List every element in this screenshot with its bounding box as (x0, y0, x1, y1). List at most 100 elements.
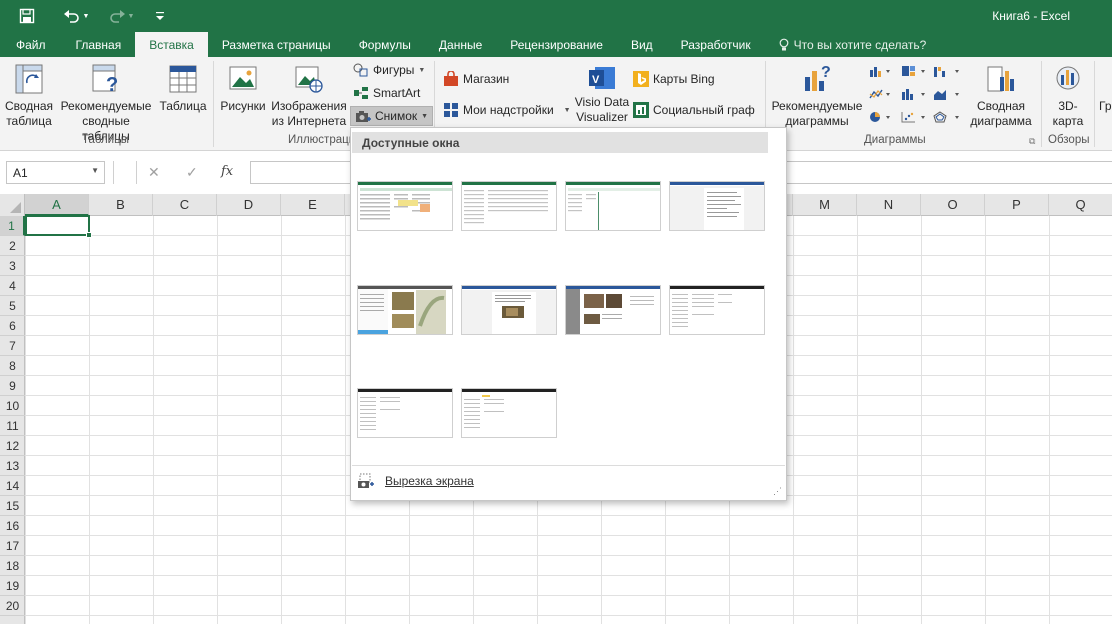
formula-divider (113, 161, 114, 184)
people-graph-icon (633, 102, 649, 118)
tab-data[interactable]: Данные (425, 32, 496, 57)
radar-chart-icon[interactable] (933, 111, 961, 123)
group-separator (1041, 61, 1042, 147)
row-header[interactable]: 12 (0, 436, 25, 456)
row-header[interactable]: 16 (0, 516, 25, 536)
row-header[interactable]: 13 (0, 456, 25, 476)
pivot-table-button[interactable]: Сводная таблица (4, 63, 54, 129)
redo-icon[interactable]: ▼ (104, 0, 138, 32)
screen-clipping-button[interactable]: Вырезка экрана (357, 470, 474, 492)
enter-entry-icon[interactable]: ✓ (186, 164, 198, 181)
row-header[interactable]: 11 (0, 416, 25, 436)
tab-view[interactable]: Вид (617, 32, 667, 57)
row-header[interactable]: 10 (0, 396, 25, 416)
row-header[interactable]: 5 (0, 296, 25, 316)
row-header[interactable]: 18 (0, 556, 25, 576)
pivot-chart-button[interactable]: Сводная диаграмма (965, 63, 1037, 129)
row-header[interactable]: 20 (0, 596, 25, 616)
waterfall-chart-icon[interactable] (933, 65, 961, 77)
pictures-button[interactable]: Рисунки (218, 63, 268, 114)
tab-developer[interactable]: Разработчик (667, 32, 765, 57)
shapes-button[interactable]: Фигуры ▼ (353, 63, 425, 77)
undo-icon[interactable]: ▼ (58, 0, 94, 32)
row-header[interactable]: 15 (0, 496, 25, 516)
window-thumbnail[interactable] (461, 388, 557, 438)
smartart-button[interactable]: SmartArt (353, 86, 420, 100)
row-header[interactable]: 9 (0, 376, 25, 396)
people-graph-button[interactable]: Социальный граф (633, 102, 755, 118)
tell-me-text: Что вы хотите сделать? (793, 37, 927, 52)
table-button[interactable]: Таблица (158, 63, 208, 114)
column-header[interactable]: B (89, 194, 153, 216)
bing-maps-button[interactable]: Карты Bing (633, 71, 715, 87)
3d-map-button[interactable]: 3D- карта (1046, 63, 1090, 129)
row-header[interactable]: 8 (0, 356, 25, 376)
column-header[interactable]: D (217, 194, 281, 216)
window-thumbnail[interactable] (461, 285, 557, 335)
recommended-charts-button[interactable]: ? Рекомендуемые диаграммы (770, 63, 864, 129)
tab-page-layout[interactable]: Разметка страницы (208, 32, 345, 57)
select-all-button[interactable] (0, 194, 25, 216)
cut-off-button-label: Гр (1099, 99, 1112, 113)
area-chart-icon[interactable] (933, 88, 961, 100)
charts-launcher-icon[interactable]: ⧉ (1029, 136, 1035, 147)
tab-file[interactable]: Файл (0, 32, 62, 57)
visio-label: Visio Data Visualizer (574, 95, 630, 124)
column-header[interactable]: A (25, 194, 89, 216)
row-header[interactable]: 6 (0, 316, 25, 336)
column-header[interactable]: O (921, 194, 985, 216)
column-header[interactable]: Q (1049, 194, 1112, 216)
window-thumbnail[interactable] (669, 181, 765, 231)
row-header[interactable]: 19 (0, 576, 25, 596)
window-thumbnail[interactable] (669, 285, 765, 335)
insert-function-icon[interactable]: fx (221, 164, 233, 179)
my-addins-button[interactable]: Мои надстройки ▼ (443, 102, 571, 118)
row-header[interactable]: 2 (0, 236, 25, 256)
column-header[interactable]: E (281, 194, 345, 216)
menu-divider (352, 465, 785, 466)
name-box[interactable]: A1 ▼ (6, 161, 105, 184)
window-thumbnail[interactable] (357, 285, 453, 335)
title-bar: ▼ ▼ Книга6 - Excel (0, 0, 1112, 32)
row-header[interactable]: 17 (0, 536, 25, 556)
column-header[interactable]: P (985, 194, 1049, 216)
tab-review[interactable]: Рецензирование (496, 32, 617, 57)
fill-handle[interactable] (86, 232, 92, 238)
statistic-chart-icon[interactable] (901, 88, 927, 100)
online-pictures-button[interactable]: Изображения из Интернета (270, 63, 348, 129)
column-chart-icon[interactable] (869, 65, 891, 77)
line-chart-icon[interactable] (869, 88, 891, 100)
tab-formulas[interactable]: Формулы (345, 32, 425, 57)
window-title: Книга6 - Excel (992, 9, 1070, 23)
window-thumbnail[interactable] (357, 388, 453, 438)
column-header[interactable]: M (793, 194, 857, 216)
save-icon[interactable] (14, 0, 40, 32)
window-thumbnail[interactable] (565, 181, 661, 231)
column-header[interactable]: N (857, 194, 921, 216)
cancel-entry-icon[interactable]: ✕ (148, 164, 160, 181)
tell-me-box[interactable]: Что вы хотите сделать? (765, 32, 927, 57)
tab-insert[interactable]: Вставка (135, 32, 208, 57)
pie-chart-icon[interactable] (869, 111, 891, 123)
tab-home[interactable]: Главная (62, 32, 136, 57)
window-thumbnail[interactable] (357, 181, 453, 231)
recommended-pivot-icon: ? (92, 64, 118, 95)
window-thumbnail[interactable] (461, 181, 557, 231)
recommended-pivot-button[interactable]: ? Рекомендуемые сводные таблицы (58, 63, 154, 144)
scatter-chart-icon[interactable] (901, 111, 927, 123)
hierarchy-chart-icon[interactable] (901, 65, 927, 77)
row-header[interactable]: 4 (0, 276, 25, 296)
window-thumbnail[interactable] (565, 285, 661, 335)
screenshot-button[interactable]: Снимок ▼ (350, 106, 434, 126)
row-header[interactable]: 3 (0, 256, 25, 276)
customize-qat-icon[interactable] (150, 0, 170, 32)
chevron-down-icon[interactable]: ▼ (91, 166, 99, 175)
store-button[interactable]: Магазин (443, 71, 509, 87)
row-header[interactable]: 14 (0, 476, 25, 496)
row-header[interactable]: 7 (0, 336, 25, 356)
visio-visualizer-button[interactable]: V Visio Data Visualizer (574, 63, 630, 125)
resize-grip-icon[interactable]: ⋰ (773, 486, 782, 497)
active-cell-a1[interactable] (25, 215, 92, 238)
row-header[interactable]: 1 (0, 216, 25, 236)
column-header[interactable]: C (153, 194, 217, 216)
